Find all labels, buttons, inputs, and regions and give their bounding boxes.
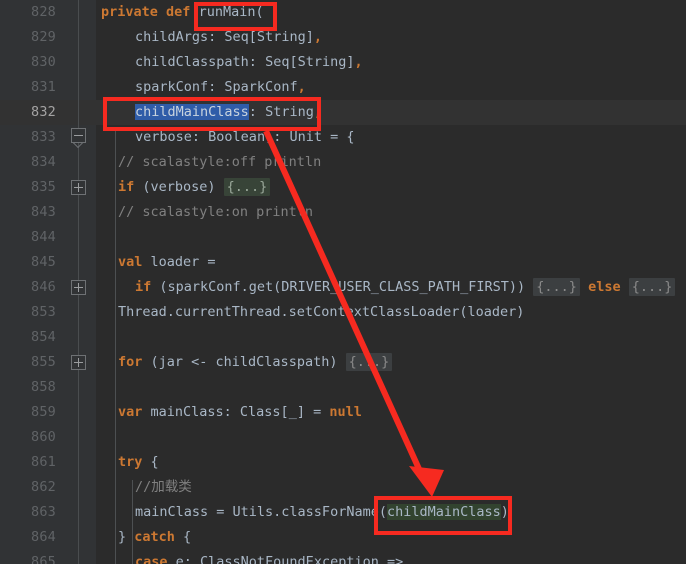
line-number[interactable]: 845 <box>0 250 56 275</box>
comment-scalastyle-off: // scalastyle:off println <box>118 154 322 170</box>
line-number[interactable]: 861 <box>0 450 56 475</box>
code-line-828: private def runMain( <box>101 0 264 25</box>
code-line-845: val loader = <box>118 250 216 275</box>
line-number[interactable]: 830 <box>0 50 56 75</box>
fold-placeholder[interactable]: {...} <box>628 278 676 296</box>
fold-placeholder[interactable]: {...} <box>533 278 580 296</box>
code-line-843: // scalastyle:on println <box>118 200 313 225</box>
keyword-else: else <box>588 279 621 295</box>
code-line-834: // scalastyle:off println <box>118 150 321 175</box>
code-line-859: var mainClass: Class[_] = null <box>118 400 362 425</box>
fold-expand-icon[interactable] <box>71 180 86 195</box>
type-seq-string: Seq[String] <box>265 54 355 70</box>
keyword-case: case <box>135 554 168 564</box>
line-number[interactable]: 831 <box>0 75 56 100</box>
fold-expand-icon[interactable] <box>71 280 86 295</box>
condition-driver-user-class-path-first: (sparkConf.get(DRIVER_USER_CLASS_PATH_FI… <box>151 279 534 295</box>
val-loader: loader = <box>142 254 216 270</box>
code-line-833: verbose: Boolean): Unit = { <box>135 129 355 145</box>
var-mainclass: mainClass: Class[_] = <box>142 404 330 420</box>
line-number[interactable]: 829 <box>0 25 56 50</box>
keyword-if: if <box>135 279 152 295</box>
code-line-846: if (sparkConf.get(DRIVER_USER_CLASS_PATH… <box>135 275 676 300</box>
type-sparkconf: SparkConf <box>224 79 298 95</box>
line-number[interactable]: 858 <box>0 375 56 400</box>
line-number[interactable]: 864 <box>0 525 56 550</box>
line-number[interactable]: 846 <box>0 275 56 300</box>
case-classnotfoundexception: e: ClassNotFoundException => <box>167 554 404 564</box>
code-line-861: try { <box>118 454 159 470</box>
line-number[interactable]: 859 <box>0 400 56 425</box>
fold-collapse-icon[interactable] <box>71 128 86 143</box>
comment-chinese-load-class: //加载类 <box>135 479 192 495</box>
line-number[interactable]: 834 <box>0 150 56 175</box>
code-line-829: childArgs: Seq[String], <box>135 29 322 45</box>
keyword-def: def <box>166 4 191 20</box>
fold-placeholder[interactable]: {...} <box>345 353 393 371</box>
code-line-853: Thread.currentThread.setContextClassLoad… <box>118 300 524 325</box>
line-number[interactable]: 844 <box>0 225 56 250</box>
fold-placeholder[interactable]: {...} <box>223 178 271 196</box>
code-line-864: } catch { <box>118 529 192 545</box>
line-number[interactable]: 855 <box>0 350 56 375</box>
keyword-val: val <box>118 254 143 270</box>
fold-region-end-icon <box>73 143 84 150</box>
line-number[interactable]: 863 <box>0 500 56 525</box>
line-number[interactable]: 860 <box>0 425 56 450</box>
code-line-863: mainClass = Utils.classForName(childMain… <box>135 504 509 520</box>
keyword-null: null <box>329 404 362 420</box>
type-string: String <box>265 104 314 120</box>
line-number[interactable]: 835 <box>0 175 56 200</box>
keyword-for: for <box>118 354 143 370</box>
method-name-runmain: runMain( <box>198 4 264 20</box>
code-line-855: for (jar <- childClasspath) {...} <box>118 350 393 375</box>
call-setcontextclassloader: Thread.currentThread.setContextClassLoad… <box>118 304 525 320</box>
fold-expand-icon[interactable] <box>71 355 86 370</box>
code-line-862: //加载类 <box>135 475 192 500</box>
keyword-var: var <box>118 404 143 420</box>
keyword-try: try <box>118 454 143 470</box>
code-line-832: childMainClass: String, <box>135 104 322 120</box>
line-number[interactable]: 853 <box>0 300 56 325</box>
line-number[interactable]: 865 <box>0 550 56 564</box>
keyword-if: if <box>118 179 135 195</box>
usage-childmainclass: childMainClass <box>386 504 501 520</box>
line-number[interactable]: 862 <box>0 475 56 500</box>
type-boolean: Boolean <box>208 129 266 145</box>
code-line-835: if (verbose) {...} <box>118 175 271 200</box>
param-verbose: verbose <box>135 129 192 145</box>
code-line-865: case e: ClassNotFoundException => <box>135 550 403 564</box>
type-seq-string: Seq[String] <box>224 29 314 45</box>
keyword-private: private <box>101 4 158 20</box>
line-number[interactable]: 843 <box>0 200 56 225</box>
line-number[interactable]: 833 <box>0 125 56 150</box>
code-editor-screenshot: 828 829 830 831 832 833 834 835 843 844 845 846 853 8… <box>0 0 686 564</box>
keyword-catch: catch <box>134 529 175 545</box>
code-line-831: sparkConf: SparkConf, <box>135 79 306 95</box>
comment-scalastyle-on: // scalastyle:on println <box>118 204 314 220</box>
selected-param-childmainclass: childMainClass <box>135 104 249 120</box>
code-text-area[interactable]: private def runMain( childArgs: Seq[Stri… <box>97 0 686 564</box>
assign-mainclass-classforname: mainClass = Utils.classForName( <box>135 504 387 520</box>
param-childclasspath: childClasspath <box>135 54 249 70</box>
param-childargs: childArgs <box>135 29 209 45</box>
line-number[interactable]: 832 <box>0 100 56 125</box>
line-number[interactable]: 854 <box>0 325 56 350</box>
line-number[interactable]: 828 <box>0 0 56 25</box>
code-line-830: childClasspath: Seq[String], <box>135 54 363 70</box>
param-sparkconf: sparkConf <box>135 79 209 95</box>
